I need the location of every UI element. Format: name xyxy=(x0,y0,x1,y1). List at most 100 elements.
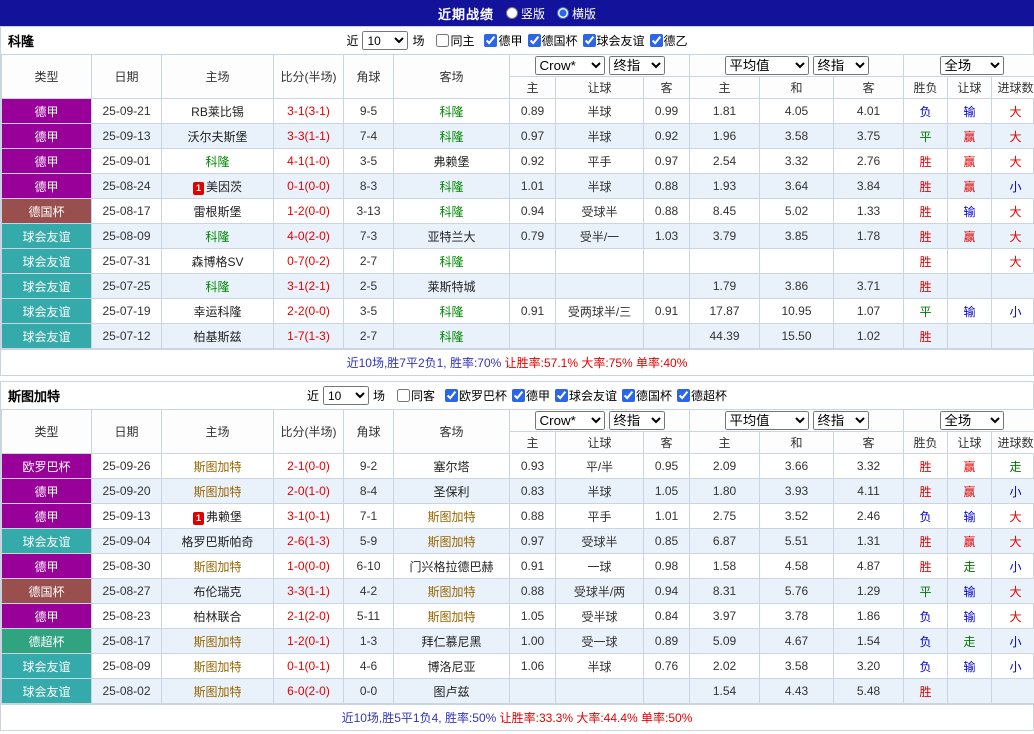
same-venue-checkbox[interactable] xyxy=(397,389,410,402)
league-filter[interactable]: 德国杯 xyxy=(622,387,672,404)
away-team-name[interactable]: 科隆 xyxy=(439,130,463,144)
away-team-name[interactable]: 亚特兰大 xyxy=(427,230,475,244)
score-cell: 1-0(0-0) xyxy=(274,554,344,579)
league-filter[interactable]: 德超杯 xyxy=(677,387,727,404)
away-team-name[interactable]: 圣保利 xyxy=(433,485,469,499)
home-team-name[interactable]: 布伦瑞克 xyxy=(193,585,241,599)
home-team-name[interactable]: 科隆 xyxy=(205,155,229,169)
home-team-name[interactable]: 美因茨 xyxy=(206,180,242,194)
league-cell: 德甲 xyxy=(2,479,92,504)
home-team-name[interactable]: 斯图加特 xyxy=(193,485,241,499)
away-team-name[interactable]: 门兴格拉德巴赫 xyxy=(409,560,493,574)
ah-home-odds-cell: 1.05 xyxy=(510,604,556,629)
euro-home-odds-cell: 2.09 xyxy=(690,454,760,479)
same-venue-filter[interactable]: 同主 xyxy=(436,32,474,49)
home-team-name[interactable]: 斯图加特 xyxy=(193,560,241,574)
away-team-name[interactable]: 博洛尼亚 xyxy=(427,660,475,674)
euro-source-select[interactable]: 平均值 xyxy=(725,411,809,430)
euro-draw-odds-cell: 4.58 xyxy=(760,554,834,579)
home-team-name[interactable]: 柏基斯兹 xyxy=(193,330,241,344)
ah-away-odds-cell: 0.92 xyxy=(644,124,690,149)
away-team-name[interactable]: 莱斯特城 xyxy=(427,280,475,294)
away-team-name[interactable]: 弗赖堡 xyxy=(433,155,469,169)
home-team-name[interactable]: 雷根斯堡 xyxy=(193,205,241,219)
home-team-name[interactable]: RB莱比锡 xyxy=(191,105,244,119)
ah-home-odds-cell: 0.91 xyxy=(510,299,556,324)
scope-select[interactable]: 全场 xyxy=(940,56,1004,75)
result-group-header: 全场 xyxy=(904,55,1034,77)
league-filter[interactable]: 欧罗巴杯 xyxy=(445,387,507,404)
wdl-result-cell: 胜 xyxy=(904,224,948,249)
league-filter-checkbox[interactable] xyxy=(650,34,663,47)
league-filter-checkbox[interactable] xyxy=(583,34,596,47)
away-team-name[interactable]: 斯图加特 xyxy=(427,510,475,524)
date-cell: 25-09-26 xyxy=(92,454,162,479)
league-filter[interactable]: 德乙 xyxy=(650,32,688,49)
date-cell: 25-07-12 xyxy=(92,324,162,349)
odds-source-select[interactable]: Crow* xyxy=(535,56,605,75)
league-filter[interactable]: 球会友谊 xyxy=(583,32,645,49)
corner-cell: 5-11 xyxy=(344,604,394,629)
home-team-name[interactable]: 斯图加特 xyxy=(193,635,241,649)
layout-radio-horizontal[interactable] xyxy=(557,7,569,19)
away-team-name[interactable]: 科隆 xyxy=(439,255,463,269)
away-team-name[interactable]: 塞尔塔 xyxy=(433,460,469,474)
home-team-name[interactable]: 沃尔夫斯堡 xyxy=(187,130,247,144)
league-filter[interactable]: 球会友谊 xyxy=(555,387,617,404)
wdl-result-cell: 负 xyxy=(904,504,948,529)
layout-option-vertical[interactable]: 竖版 xyxy=(506,5,545,22)
euro-away-odds-cell: 3.71 xyxy=(834,274,904,299)
away-team-name[interactable]: 科隆 xyxy=(439,205,463,219)
same-venue-checkbox[interactable] xyxy=(436,34,449,47)
recent-count-select[interactable]: 10 xyxy=(323,386,369,405)
home-team-name[interactable]: 幸运科隆 xyxy=(193,305,241,319)
league-filter-checkbox[interactable] xyxy=(512,389,525,402)
handicap-result-cell: 走 xyxy=(948,629,992,654)
league-filter[interactable]: 德甲 xyxy=(512,387,550,404)
layout-radio-vertical[interactable] xyxy=(506,7,518,19)
league-filter-checkbox[interactable] xyxy=(445,389,458,402)
home-team-name[interactable]: 斯图加特 xyxy=(193,660,241,674)
home-team-name[interactable]: 科隆 xyxy=(205,230,229,244)
recent-count-select[interactable]: 10 xyxy=(362,31,408,50)
away-team-cell: 斯图加特 xyxy=(394,504,510,529)
away-team-name[interactable]: 科隆 xyxy=(439,305,463,319)
home-team-name[interactable]: 柏林联合 xyxy=(193,610,241,624)
goals-result-cell: 走 xyxy=(992,454,1034,479)
away-team-name[interactable]: 斯图加特 xyxy=(427,535,475,549)
home-team-name[interactable]: 斯图加特 xyxy=(193,460,241,474)
away-team-name[interactable]: 斯图加特 xyxy=(427,585,475,599)
home-team-name[interactable]: 森博格SV xyxy=(191,255,243,269)
ah-line-cell: 受球半/两 xyxy=(556,579,644,604)
away-team-cell: 科隆 xyxy=(394,199,510,224)
league-filter-label: 德乙 xyxy=(664,32,688,49)
league-filter[interactable]: 德国杯 xyxy=(528,32,578,49)
league-filter-checkbox[interactable] xyxy=(555,389,568,402)
league-filter-checkbox[interactable] xyxy=(484,34,497,47)
home-team-name[interactable]: 科隆 xyxy=(205,280,229,294)
away-team-name[interactable]: 斯图加特 xyxy=(427,610,475,624)
away-team-name[interactable]: 拜仁慕尼黑 xyxy=(421,635,481,649)
euro-source-select[interactable]: 平均值 xyxy=(725,56,809,75)
layout-option-horizontal[interactable]: 横版 xyxy=(557,5,596,22)
same-venue-filter[interactable]: 同客 xyxy=(397,387,435,404)
league-filter-label: 球会友谊 xyxy=(597,32,645,49)
league-filter[interactable]: 德甲 xyxy=(484,32,522,49)
col-eu-draw-header: 和 xyxy=(760,432,834,454)
league-filter-checkbox[interactable] xyxy=(677,389,690,402)
home-team-name[interactable]: 斯图加特 xyxy=(193,685,241,699)
asian-final-select[interactable]: 终指 xyxy=(609,411,665,430)
asian-final-select[interactable]: 终指 xyxy=(609,56,665,75)
euro-final-select[interactable]: 终指 xyxy=(813,411,869,430)
league-filter-checkbox[interactable] xyxy=(622,389,635,402)
home-team-name[interactable]: 格罗巴斯帕奇 xyxy=(181,535,253,549)
away-team-name[interactable]: 科隆 xyxy=(439,180,463,194)
euro-final-select[interactable]: 终指 xyxy=(813,56,869,75)
away-team-name[interactable]: 图卢兹 xyxy=(433,685,469,699)
league-filter-checkbox[interactable] xyxy=(528,34,541,47)
scope-select[interactable]: 全场 xyxy=(940,411,1004,430)
away-team-name[interactable]: 科隆 xyxy=(439,105,463,119)
away-team-name[interactable]: 科隆 xyxy=(439,330,463,344)
home-team-name[interactable]: 弗赖堡 xyxy=(206,510,242,524)
odds-source-select[interactable]: Crow* xyxy=(535,411,605,430)
